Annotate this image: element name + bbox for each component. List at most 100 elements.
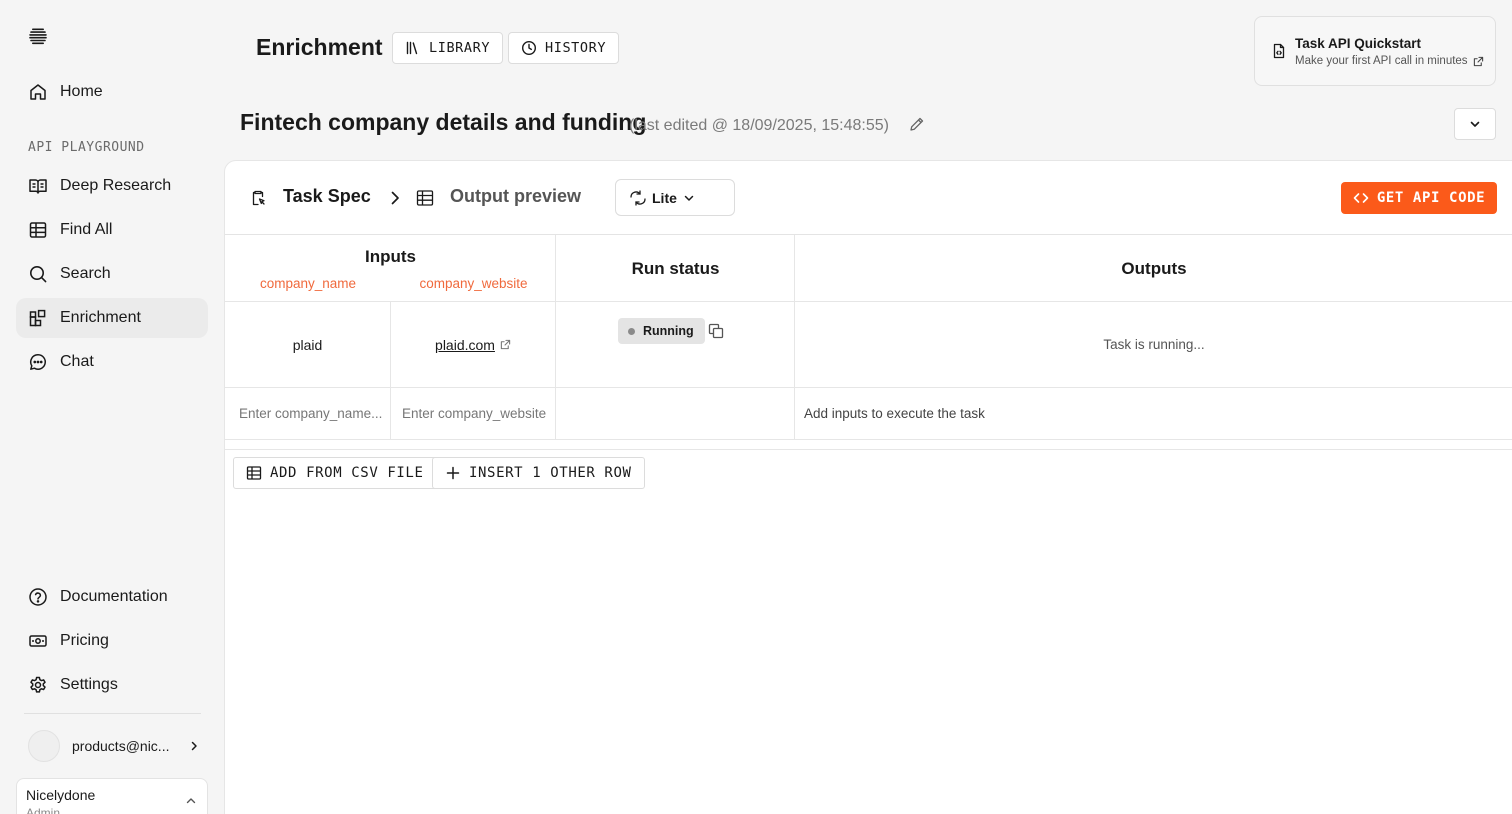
- panel-toolbar: Task Spec Output preview Lite GET API CO…: [225, 161, 1512, 235]
- external-link-icon: [1473, 56, 1484, 67]
- table-footer-line: [225, 440, 1512, 450]
- run-status-header: Run status: [631, 259, 720, 278]
- table-icon: [416, 189, 434, 207]
- new-company-name-input[interactable]: Enter company_name...: [225, 388, 391, 440]
- model-select-value: Lite: [652, 189, 677, 206]
- output-text: Task is running...: [1103, 337, 1205, 352]
- sidebar-item-chat[interactable]: Chat: [16, 342, 208, 382]
- breadcrumb-task-spec[interactable]: Task Spec: [283, 186, 371, 207]
- new-company-website-placeholder: Enter company_website: [402, 406, 547, 421]
- search-icon: [28, 264, 48, 284]
- get-api-code-button[interactable]: GET API CODE: [1341, 182, 1497, 214]
- insert-row-button[interactable]: INSERT 1 OTHER ROW: [432, 457, 645, 489]
- copy-icon[interactable]: [708, 323, 724, 339]
- clock-icon: [521, 40, 537, 56]
- column-company-website[interactable]: company_website: [391, 276, 556, 291]
- sidebar-divider: [24, 713, 201, 714]
- inputs-header-cell: Inputs company_name company_website: [225, 235, 556, 302]
- org-name: Nicelydone: [26, 787, 96, 803]
- sidebar-item-search[interactable]: Search: [16, 254, 208, 294]
- column-company-name[interactable]: company_name: [225, 276, 391, 291]
- gear-icon: [28, 675, 48, 695]
- outputs-header-cell: Outputs: [795, 235, 1512, 302]
- chevron-up-icon: [185, 795, 197, 807]
- account-switcher[interactable]: products@nic...: [28, 730, 200, 762]
- new-company-name-placeholder: Enter company_name...: [239, 406, 383, 421]
- status-dot: [628, 327, 635, 335]
- cell-run-status: Running: [556, 302, 795, 388]
- quickstart-title: Task API Quickstart: [1295, 36, 1422, 51]
- sidebar-item-deep-research[interactable]: Deep Research: [16, 166, 208, 206]
- history-button[interactable]: HISTORY: [508, 32, 620, 64]
- sidebar-item-label: Deep Research: [60, 177, 172, 194]
- org-switcher[interactable]: Nicelydone Admin: [16, 778, 208, 814]
- sidebar-item-pricing[interactable]: Pricing: [16, 621, 208, 661]
- external-link-icon: [500, 339, 511, 350]
- outputs-header: Outputs: [1121, 259, 1187, 278]
- sidebar-item-label: Settings: [60, 676, 118, 693]
- inputs-header: Inputs: [365, 247, 416, 266]
- cell-output: Task is running...: [795, 302, 1512, 388]
- sidebar-item-label: Chat: [60, 353, 94, 370]
- sidebar-item-label: Search: [60, 265, 111, 282]
- status-badge: Running: [618, 318, 705, 344]
- sidebar-item-home[interactable]: Home: [16, 72, 208, 112]
- status-text: Running: [643, 324, 694, 338]
- model-select[interactable]: Lite: [615, 179, 735, 216]
- sidebar-item-label: Home: [60, 83, 103, 100]
- code-file-icon: [1271, 43, 1287, 59]
- website-link[interactable]: plaid.com: [435, 337, 495, 353]
- help-circle-icon: [28, 587, 48, 607]
- table-icon: [28, 220, 48, 240]
- chevron-down-icon: [1468, 117, 1482, 131]
- cell-company-website[interactable]: plaid.com: [391, 302, 556, 388]
- quickstart-subtitle-text: Make your first API call in minutes: [1295, 55, 1468, 67]
- new-row-status-cell: [556, 388, 795, 440]
- task-spec-icon: [249, 189, 267, 207]
- code-icon: [1353, 190, 1369, 206]
- new-row-output-cell: Add inputs to execute the task: [795, 388, 1512, 440]
- sidebar-item-enrichment[interactable]: Enrichment: [16, 298, 208, 338]
- avatar: [28, 730, 60, 762]
- chevron-down-icon: [683, 192, 695, 204]
- breadcrumb-output-preview[interactable]: Output preview: [450, 186, 581, 207]
- chevron-right-icon: [387, 189, 403, 207]
- task-last-edited: (last edited @ 18/09/2025, 15:48:55): [629, 117, 889, 134]
- history-label: HISTORY: [545, 40, 607, 56]
- new-company-website-input[interactable]: Enter company_website: [391, 388, 556, 440]
- sidebar: Home API PLAYGROUND Deep Research Find A…: [0, 0, 224, 814]
- plus-icon: [445, 465, 461, 481]
- library-icon: [405, 40, 421, 56]
- org-role: Admin: [26, 806, 61, 814]
- collapse-button[interactable]: [1454, 108, 1496, 140]
- sidebar-item-documentation[interactable]: Documentation: [16, 577, 208, 617]
- chevron-right-icon: [188, 740, 200, 752]
- quickstart-subtitle: Make your first API call in minutes: [1295, 55, 1484, 67]
- account-email: products@nic...: [72, 738, 170, 754]
- add-from-csv-label: ADD FROM CSV FILE: [270, 465, 424, 481]
- cell-company-name[interactable]: plaid: [225, 302, 391, 388]
- sidebar-item-settings[interactable]: Settings: [16, 665, 208, 705]
- sidebar-item-label: Documentation: [60, 588, 168, 605]
- book-open-icon: [28, 176, 48, 196]
- library-label: LIBRARY: [429, 40, 491, 56]
- task-title: Fintech company details and funding: [240, 109, 647, 135]
- library-button[interactable]: LIBRARY: [392, 32, 504, 64]
- banknote-icon: [28, 631, 48, 651]
- sidebar-item-find-all[interactable]: Find All: [16, 210, 208, 250]
- logo-icon[interactable]: [28, 26, 48, 46]
- sidebar-item-label: Enrichment: [60, 309, 141, 326]
- insert-row-label: INSERT 1 OTHER ROW: [469, 465, 632, 481]
- new-row-output-hint: Add inputs to execute the task: [804, 406, 985, 421]
- quickstart-card[interactable]: Task API Quickstart Make your first API …: [1254, 16, 1496, 86]
- run-status-header-cell: Run status: [556, 235, 795, 302]
- add-from-csv-button[interactable]: ADD FROM CSV FILE: [233, 457, 437, 489]
- section-label: API PLAYGROUND: [28, 140, 145, 155]
- task-panel: Task Spec Output preview Lite GET API CO…: [224, 160, 1512, 814]
- processor-icon: [628, 188, 648, 208]
- sidebar-item-label: Find All: [60, 221, 113, 238]
- cell-value: plaid: [292, 336, 323, 353]
- home-icon: [28, 82, 48, 102]
- edit-pencil-icon[interactable]: [908, 115, 926, 133]
- sidebar-item-label: Pricing: [60, 632, 109, 649]
